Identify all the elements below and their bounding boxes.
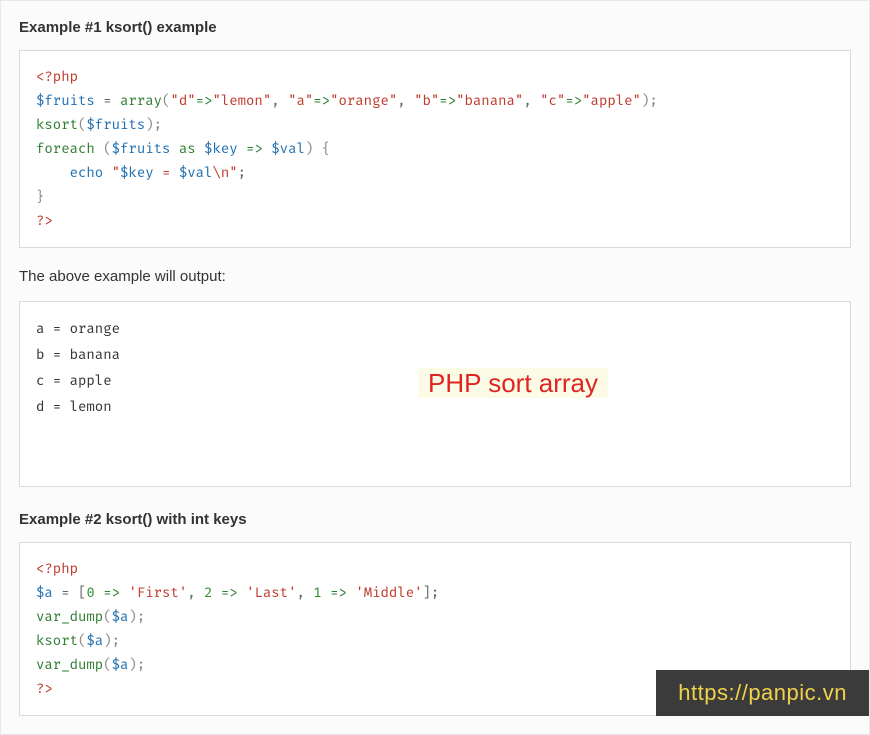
example2-func: ksort() (106, 511, 153, 528)
code-comma: , (271, 92, 288, 109)
code-paren: ); (128, 656, 145, 673)
example2-heading: Example #2 ksort() with int keys (19, 511, 851, 528)
code-str: "banana" (456, 92, 523, 109)
code-arrow: => (565, 92, 582, 109)
code-keyword: as (170, 140, 204, 157)
code-str: "lemon" (212, 92, 271, 109)
code-paren: ( (103, 608, 111, 625)
code-comma: , (296, 584, 313, 601)
code-brace: } (36, 188, 44, 205)
code-comma: , (397, 92, 414, 109)
code-str: "b" (414, 92, 439, 109)
code-var: $fruits (112, 140, 171, 157)
code-space (103, 164, 111, 181)
document-page: Example #1 ksort() example <?php $fruits… (0, 0, 870, 735)
code-var: $a (86, 632, 103, 649)
code-var: $a (112, 656, 129, 673)
output-line: c = apple (36, 372, 112, 389)
code-semi: ; (238, 164, 246, 181)
code-indent (36, 164, 70, 181)
output-line: d = lemon (36, 398, 112, 415)
code-arrow: => (238, 140, 272, 157)
example1-prefix: Example #1 (19, 19, 106, 36)
code-str: 'First' (128, 584, 187, 601)
code-quote: " (229, 164, 237, 181)
code-fn: var_dump (36, 656, 103, 673)
code-str: "orange" (330, 92, 397, 109)
code-paren: ); (145, 116, 162, 133)
code-end: ]; (423, 584, 440, 601)
code-var: $a (36, 584, 53, 601)
code-echo: echo (70, 164, 104, 181)
php-close-tag: ?> (36, 680, 53, 697)
code-str: 'Middle' (355, 584, 422, 601)
code-arrow: => (313, 92, 330, 109)
code-paren: ( (103, 656, 111, 673)
code-num: 0 (86, 584, 94, 601)
code-op: = (95, 92, 120, 109)
code-str: = (154, 164, 179, 181)
code-var: $val (179, 164, 213, 181)
code-fn: var_dump (36, 608, 103, 625)
code-var: $val (271, 140, 305, 157)
code-fn: ksort (36, 632, 78, 649)
code-str: "apple" (582, 92, 641, 109)
code-paren: ( (95, 140, 112, 157)
code-op: = [ (53, 584, 87, 601)
code-str: 'Last' (246, 584, 296, 601)
example1-suffix: example (152, 19, 216, 36)
code-comma: , (523, 92, 540, 109)
code-paren: ) { (305, 140, 330, 157)
code-paren: ); (103, 632, 120, 649)
code-paren: ); (128, 608, 145, 625)
output-line: b = banana (36, 346, 120, 363)
code-num: 1 (313, 584, 321, 601)
code-var: $fruits (36, 92, 95, 109)
code-quote: " (112, 164, 120, 181)
code-arrow: => (439, 92, 456, 109)
code-fn: array (120, 92, 162, 109)
code-str: "c" (540, 92, 565, 109)
php-open-tag: <?php (36, 560, 78, 577)
output-note: The above example will output: (19, 268, 851, 285)
code-keyword: foreach (36, 140, 95, 157)
example1-heading: Example #1 ksort() example (19, 19, 851, 36)
code-escape: \n (212, 164, 229, 181)
example2-suffix: with int keys (152, 511, 246, 528)
code-var: $key (204, 140, 238, 157)
code-comma: , (187, 584, 204, 601)
code-var: $fruits (86, 116, 145, 133)
watermark: https://panpic.vn (656, 670, 869, 716)
code-arrow: => (95, 584, 129, 601)
code-var: $key (120, 164, 154, 181)
code-fn: ksort (36, 116, 78, 133)
code-arrow: => (212, 584, 246, 601)
code-arrow: => (322, 584, 356, 601)
annotation-label: PHP sort array (418, 368, 608, 398)
code-paren: ); (641, 92, 658, 109)
example1-code: <?php $fruits = array("d"=>"lemon", "a"=… (19, 50, 851, 248)
code-str: "a" (288, 92, 313, 109)
code-str: "d" (170, 92, 195, 109)
example2-prefix: Example #2 (19, 511, 106, 528)
output-line: a = orange (36, 320, 120, 337)
code-var: $a (112, 608, 129, 625)
php-close-tag: ?> (36, 212, 53, 229)
example1-func: ksort() (106, 19, 153, 36)
example1-output: a = orange b = banana c = apple d = lemo… (19, 301, 851, 487)
php-open-tag: <?php (36, 68, 78, 85)
code-arrow: => (196, 92, 213, 109)
